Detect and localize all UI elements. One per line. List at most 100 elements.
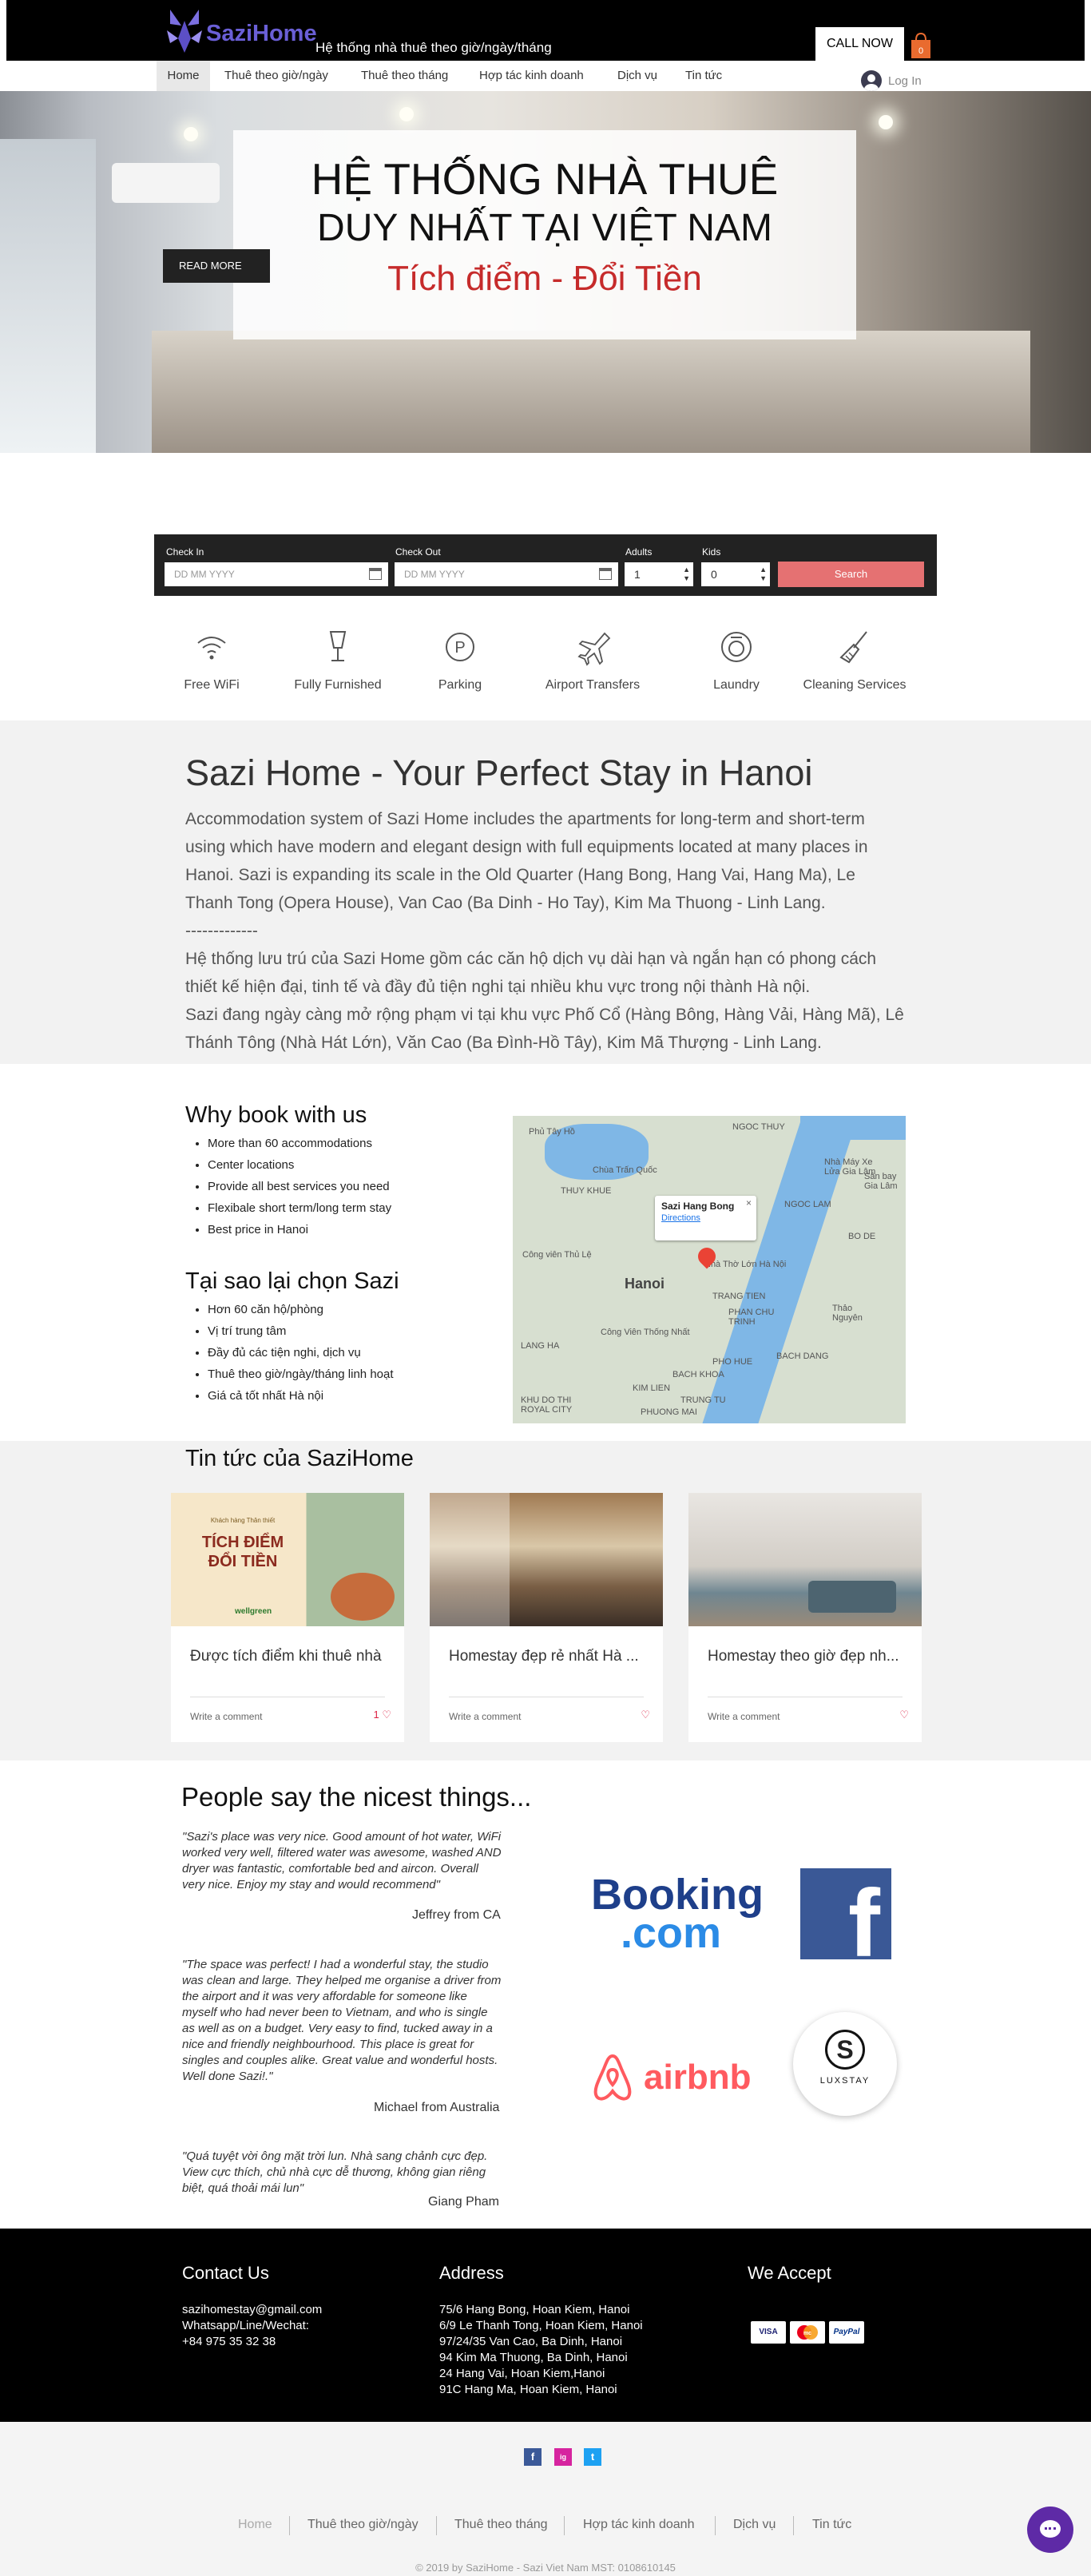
- google-map[interactable]: Phủ Tây Hồ NGOC THUY Chùa Trấn Quốc THUY…: [513, 1116, 906, 1423]
- map-label: NGOC THUY: [732, 1122, 785, 1132]
- map-label: PHO HUE: [712, 1357, 753, 1367]
- logo-icon[interactable]: [162, 6, 207, 54]
- write-comment-link[interactable]: Write a comment: [708, 1711, 780, 1722]
- nav-item-services[interactable]: Dịch vụ: [617, 61, 657, 91]
- search-button[interactable]: Search: [778, 562, 924, 587]
- kids-stepper[interactable]: 0 ▲ ▼: [701, 562, 770, 586]
- wifi-icon: [197, 637, 226, 660]
- booking-logo-suffix: .com: [620, 1909, 722, 1957]
- like-button[interactable]: 1 ♡: [373, 1709, 391, 1721]
- booking-com-logo[interactable]: Booking .com: [591, 1871, 764, 1955]
- instagram-icon[interactable]: ig: [554, 2448, 572, 2466]
- close-icon[interactable]: ×: [746, 1197, 752, 1209]
- list-item: Vị trí trung tâm: [208, 1320, 394, 1342]
- card-image-food: [331, 1573, 395, 1621]
- heart-icon: ♡: [382, 1709, 391, 1721]
- amenity-wifi: Free WiFi: [148, 627, 276, 693]
- calendar-icon[interactable]: [599, 568, 612, 580]
- amenity-airport: Airport Transfers: [529, 627, 657, 693]
- map-label: BACH DANG: [776, 1352, 829, 1361]
- footer-nav-news[interactable]: Tin tức: [812, 2518, 851, 2532]
- footer-accept-title: We Accept: [748, 2263, 831, 2283]
- footer-phone[interactable]: +84 975 35 32 38: [182, 2334, 322, 2350]
- like-button[interactable]: ♡: [899, 1709, 909, 1721]
- stepper-arrows-icon[interactable]: ▲ ▼: [683, 566, 690, 583]
- hero-window: [0, 139, 96, 453]
- map-label: Phủ Tây Hồ: [529, 1127, 575, 1137]
- why-list-vi: Hơn 60 căn hộ/phòng Vị trí trung tâm Đầy…: [208, 1299, 394, 1407]
- footer-email[interactable]: sazihomestay@gmail.com: [182, 2302, 322, 2318]
- login-button[interactable]: Log In: [861, 69, 922, 92]
- map-directions-link[interactable]: Directions: [661, 1213, 700, 1223]
- facebook-icon[interactable]: f: [524, 2448, 542, 2466]
- list-item: Flexibale short term/long term stay: [208, 1197, 391, 1219]
- testimonial-quote: "Quá tuyệt vời ông mặt trời lun. Nhà san…: [182, 2149, 488, 2195]
- luxstay-logo[interactable]: S LUXSTAY: [793, 2012, 897, 2116]
- svg-text:P: P: [454, 639, 465, 657]
- news-card-title[interactable]: Homestay theo giờ đẹp nh...: [708, 1648, 907, 1665]
- footer-nav-hourly-daily[interactable]: Thuê theo giờ/ngày: [307, 2518, 419, 2532]
- facebook-logo-icon[interactable]: f: [800, 1868, 891, 1959]
- write-comment-link[interactable]: Write a comment: [449, 1711, 521, 1722]
- amenity-label: Cleaning Services: [803, 678, 907, 692]
- kids-label: Kids: [702, 546, 721, 558]
- chat-bubble-icon[interactable]: [1027, 2507, 1073, 2553]
- news-card[interactable]: Homestay theo giờ đẹp nh... Write a comm…: [688, 1493, 922, 1742]
- about-text: Accommodation system of Sazi Home includ…: [185, 805, 904, 1057]
- address-line: 91C Hang Ma, Hoan Kiem, Hanoi: [439, 2383, 617, 2396]
- footer-nav-services[interactable]: Dịch vụ: [733, 2518, 776, 2532]
- stepper-arrows-icon[interactable]: ▲ ▼: [760, 566, 767, 583]
- call-now-button[interactable]: CALL NOW: [815, 27, 904, 61]
- checkin-field[interactable]: DD MM YYYY: [165, 562, 388, 586]
- footer-nav-home[interactable]: Home: [238, 2518, 272, 2532]
- news-card-title[interactable]: Homestay đẹp rẻ nhất Hà ...: [449, 1648, 649, 1665]
- news-card[interactable]: Khách hàng Thân thiết TÍCH ĐIỂM ĐỔI TIỀN…: [171, 1493, 404, 1742]
- map-label: Chùa Trấn Quốc: [593, 1165, 657, 1175]
- nav-item-partnership[interactable]: Hợp tác kinh doanh: [479, 61, 584, 91]
- footer-address-list: 75/6 Hang Bong, Hoan Kiem, Hanoi 6/9 Le …: [439, 2302, 643, 2398]
- list-item: Thuê theo giờ/ngày/tháng linh hoạt: [208, 1363, 394, 1385]
- map-label: Công Viên Thống Nhất: [601, 1328, 690, 1337]
- airbnb-logo-text: airbnb: [644, 2058, 752, 2097]
- map-label: BO DE: [848, 1232, 876, 1241]
- news-card[interactable]: Homestay đẹp rẻ nhất Hà ... Write a comm…: [430, 1493, 663, 1742]
- footer-nav-partnership[interactable]: Hợp tác kinh doanh: [583, 2518, 694, 2532]
- brand-name[interactable]: SaziHome: [206, 21, 317, 47]
- like-button[interactable]: ♡: [641, 1709, 650, 1721]
- map-label: NGOC LAM: [784, 1200, 831, 1209]
- news-card-image[interactable]: [430, 1493, 663, 1626]
- footer-nav-monthly[interactable]: Thuê theo tháng: [454, 2518, 548, 2532]
- nav-item-hourly-daily[interactable]: Thuê theo giờ/ngày: [224, 61, 328, 91]
- address-line: 6/9 Le Thanh Tong, Hoan Kiem, Hanoi: [439, 2319, 643, 2332]
- divider: [289, 2516, 290, 2535]
- amenity-label: Free WiFi: [184, 678, 240, 692]
- checkout-field[interactable]: DD MM YYYY: [395, 562, 618, 586]
- map-place-name: Sazi Hang Bong: [661, 1201, 735, 1212]
- news-card-title[interactable]: Được tích điểm khi thuê nhà: [190, 1648, 390, 1665]
- parking-icon: P: [446, 633, 474, 661]
- airbnb-logo[interactable]: airbnb: [591, 2053, 751, 2102]
- hero-ceiling-light: [879, 115, 893, 129]
- cart-icon[interactable]: 0: [910, 32, 932, 59]
- airbnb-icon: [593, 2054, 632, 2101]
- news-card-image[interactable]: [688, 1493, 922, 1626]
- news-card-image[interactable]: Khách hàng Thân thiết TÍCH ĐIỂM ĐỔI TIỀN…: [171, 1493, 404, 1626]
- read-more-button[interactable]: READ MORE: [163, 249, 270, 283]
- amenity-furnished: Fully Furnished: [274, 627, 402, 693]
- hero-bed: [152, 331, 1030, 453]
- testimonial-quote: "Sazi's place was very nice. Good amount…: [182, 1830, 502, 1891]
- kids-value: 0: [711, 568, 717, 581]
- booking-logo-text: Booking: [591, 1871, 764, 1919]
- address-line: 97/24/35 Van Cao, Ba Dinh, Hanoi: [439, 2335, 623, 2348]
- nav-item-news[interactable]: Tin tức: [685, 61, 722, 91]
- hero-headline-1: HỆ THỐNG NHÀ THUÊ: [311, 154, 779, 204]
- adults-stepper[interactable]: 1 ▲ ▼: [625, 562, 693, 586]
- nav-item-home[interactable]: Home: [157, 61, 210, 91]
- amenity-label: Laundry: [713, 678, 760, 692]
- write-comment-link[interactable]: Write a comment: [190, 1711, 262, 1722]
- calendar-icon[interactable]: [369, 568, 382, 580]
- why-title-en: Why book with us: [185, 1102, 367, 1128]
- list-item: Giá cả tốt nhất Hà nội: [208, 1385, 394, 1407]
- twitter-icon[interactable]: t: [584, 2448, 601, 2466]
- nav-item-monthly[interactable]: Thuê theo tháng: [361, 61, 448, 91]
